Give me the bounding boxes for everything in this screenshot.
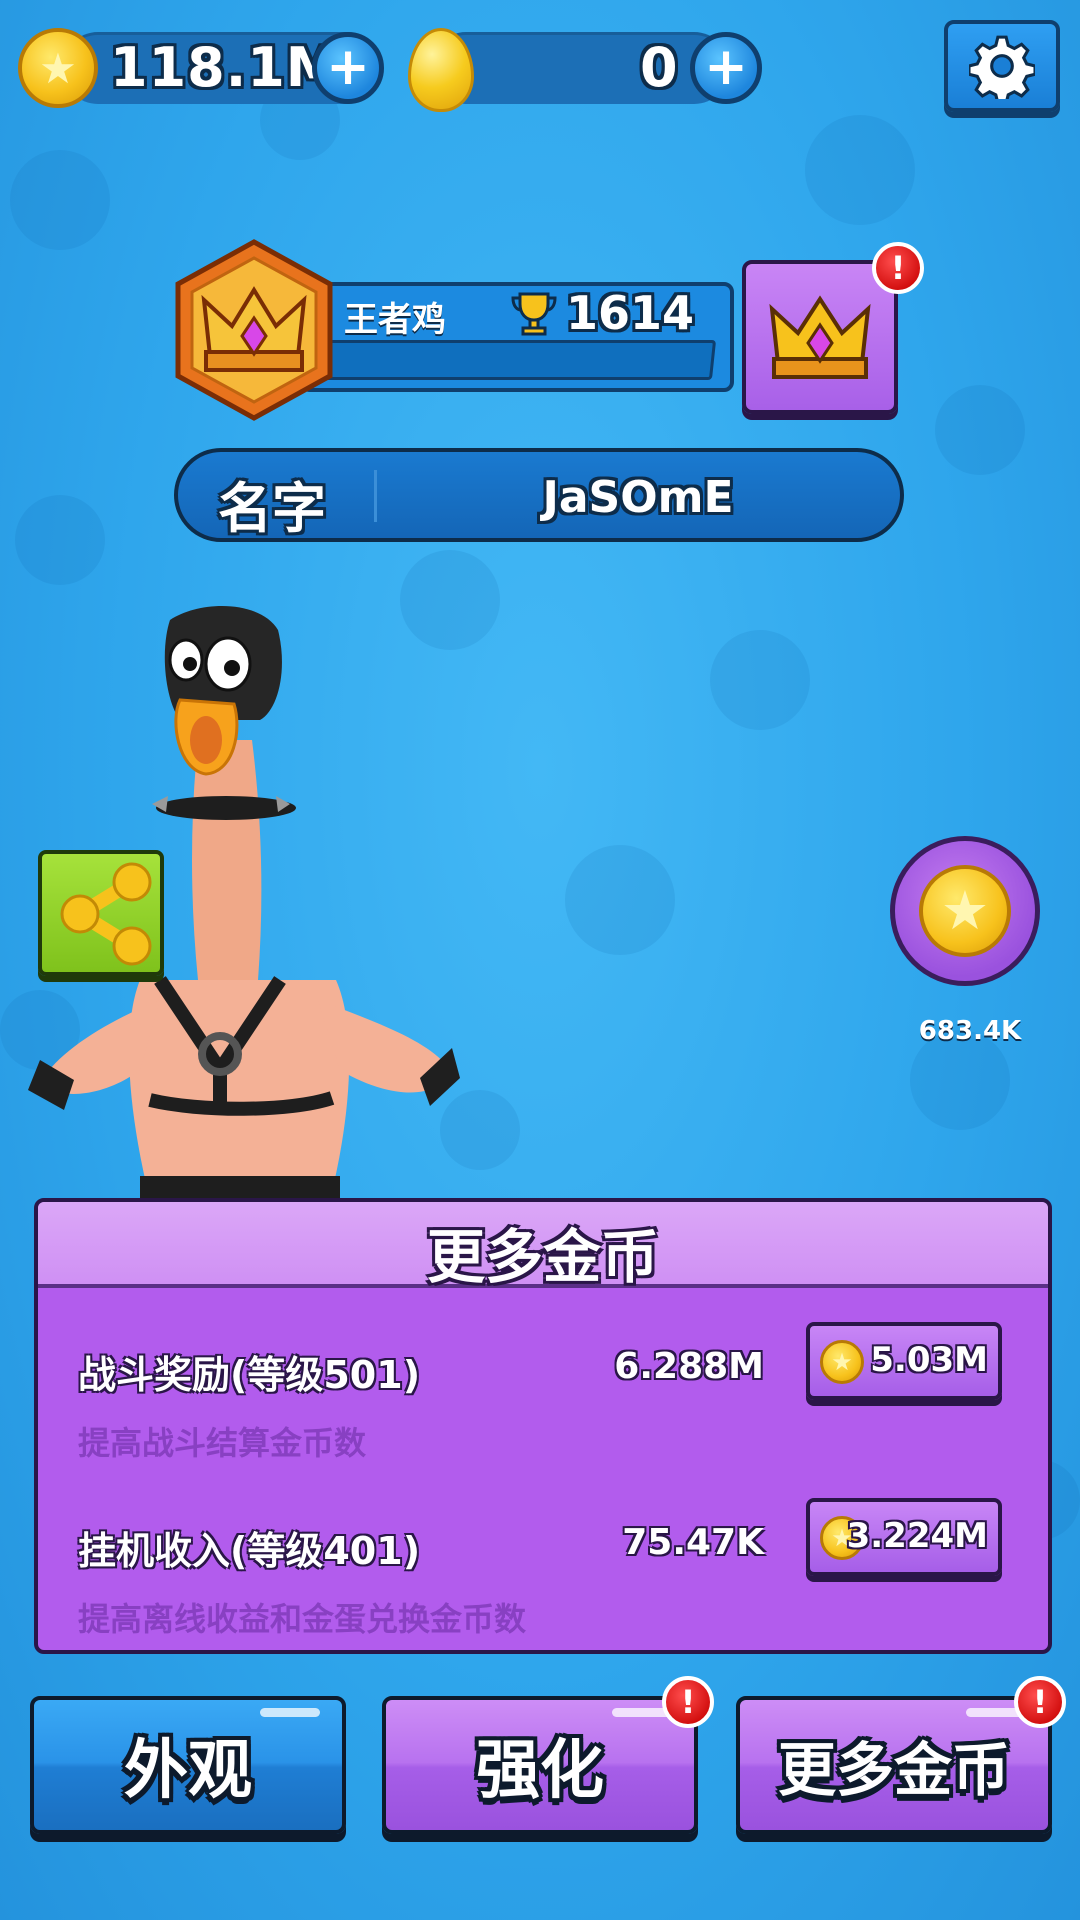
battle-reward-value: 6.288M	[614, 1346, 764, 1387]
gear-icon	[969, 35, 1035, 99]
upgrade-button[interactable]: 强化	[382, 1696, 698, 1834]
rank-reward-button[interactable]	[742, 260, 898, 414]
upgrade-label: 强化	[476, 1734, 604, 1808]
share-icon	[60, 862, 152, 966]
share-button[interactable]	[38, 850, 164, 976]
player-name: JaSOmE	[542, 472, 734, 523]
name-label: 名字	[218, 477, 326, 540]
more-coins-label: 更多金币	[777, 1736, 1010, 1804]
battle-reward-cost: 5.03M	[870, 1340, 988, 1380]
idle-income-value: 75.47K	[622, 1522, 764, 1563]
idle-income-title: 挂机收入(等级401)	[78, 1529, 421, 1573]
rank-badge-icon	[175, 239, 333, 421]
idle-income-cost: 3.224M	[846, 1516, 988, 1556]
battle-reward-description: 提高战斗结算金币数	[78, 1424, 367, 1462]
battle-reward-title: 战斗奖励(等级501)	[78, 1353, 421, 1397]
settings-button[interactable]	[944, 20, 1060, 112]
add-eggs-button[interactable]: +	[690, 32, 762, 104]
panel-header: 更多金币	[38, 1202, 1048, 1291]
rank-progress-bar	[319, 340, 717, 380]
add-coins-button[interactable]: +	[312, 32, 384, 104]
more-coins-alert-badge: !	[1014, 1676, 1066, 1728]
upgrade-alert-badge: !	[662, 1676, 714, 1728]
rank-bar: 王者鸡 1614	[300, 282, 734, 392]
rank-alert-badge: !	[872, 242, 924, 294]
name-divider	[374, 470, 377, 522]
idle-income-description: 提高离线收益和金蛋兑换金币数	[78, 1600, 527, 1638]
more-coins-button[interactable]: 更多金币	[736, 1696, 1052, 1834]
coin-bonus-icon: ★	[919, 865, 1011, 957]
battle-reward-upgrade-button[interactable]: ★ 5.03M	[806, 1322, 1002, 1400]
coin-icon: ★	[820, 1340, 864, 1384]
appearance-button[interactable]: 外观	[30, 1696, 346, 1834]
coin-bonus-value: 683.4K	[918, 1016, 1022, 1046]
coins-amount: 118.1M	[110, 36, 341, 99]
eggs-pill	[430, 32, 730, 104]
coin-icon: ★	[18, 28, 98, 108]
trophy-icon	[511, 292, 557, 336]
rank-title: 王者鸡	[344, 300, 446, 340]
eggs-amount: 0	[640, 36, 678, 99]
appearance-label: 外观	[124, 1734, 252, 1808]
idle-income-upgrade-button[interactable]: ★ 3.224M	[806, 1498, 1002, 1576]
more-coins-panel: 更多金币 战斗奖励(等级501) 6.288M 提高战斗结算金币数 ★ 5.03…	[34, 1198, 1052, 1654]
trophy-count: 1614	[566, 286, 695, 340]
crown-icon	[769, 295, 871, 379]
name-bar[interactable]: 名字 JaSOmE	[174, 448, 904, 542]
button-shine	[260, 1708, 320, 1717]
panel-title: 更多金币	[426, 1223, 659, 1291]
coin-bonus-button[interactable]: ★	[890, 836, 1040, 986]
